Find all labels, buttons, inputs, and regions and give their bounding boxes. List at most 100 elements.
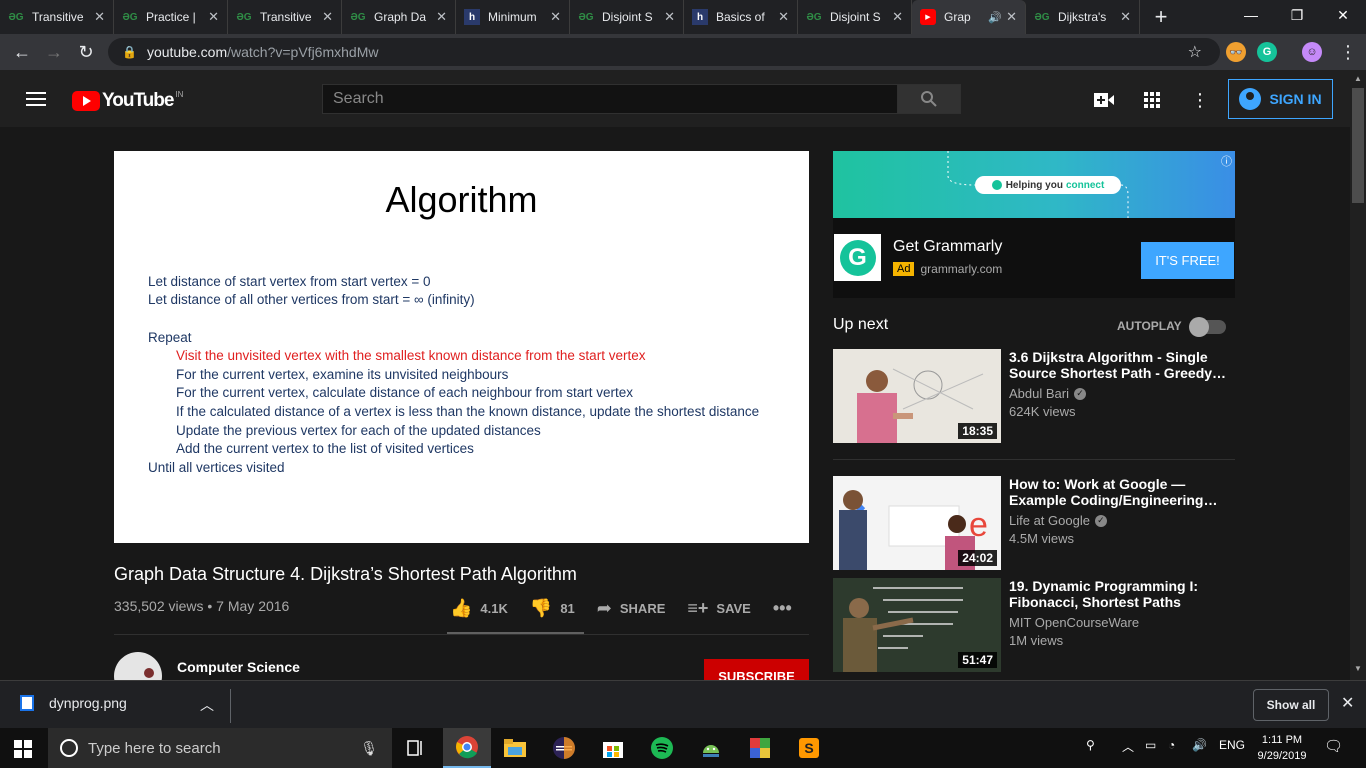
winrar-icon[interactable] [736, 728, 784, 768]
youtube-logo[interactable]: YouTube IN [72, 90, 183, 112]
share-button[interactable]: ➦ SHARE [597, 598, 666, 619]
dislike-button[interactable]: 👎 81 [530, 598, 575, 619]
notifications-icon[interactable]: 🗨 [1324, 737, 1343, 755]
taskbar-clock[interactable]: 1:11 PM 9/29/2019 [1252, 732, 1312, 764]
ad-banner[interactable]: Helping you connect [833, 151, 1235, 218]
close-tab-icon[interactable]: ✕ [436, 9, 447, 25]
browser-tab[interactable]: ƏG Transitive ✕ [0, 0, 114, 34]
download-item[interactable]: dynprog.png [20, 695, 127, 711]
profile-avatar[interactable]: ☺ [1302, 42, 1322, 62]
audio-playing-icon[interactable]: 🔊 [988, 11, 1002, 24]
task-view-icon[interactable] [392, 728, 440, 768]
store-icon[interactable] [589, 728, 637, 768]
video-thumbnail[interactable]: 51:47 [833, 578, 1001, 672]
close-tab-icon[interactable]: ✕ [1120, 9, 1131, 25]
like-button[interactable]: 👍 4.1K [450, 598, 508, 619]
ad-cta-button[interactable]: IT'S FREE! [1141, 242, 1234, 279]
close-tab-icon[interactable]: ✕ [550, 9, 561, 25]
spotify-icon[interactable] [638, 728, 686, 768]
chevron-up-icon[interactable]: ︿ [200, 695, 214, 715]
channel-name[interactable]: MIT OpenCourseWare [1009, 615, 1139, 630]
autoplay-toggle[interactable] [1189, 317, 1226, 337]
browser-tab[interactable]: h Basics of ✕ [684, 0, 798, 34]
browser-tab[interactable]: ƏG Practice | ✕ [114, 0, 228, 34]
search-button[interactable] [897, 84, 961, 114]
battery-icon[interactable]: ▭ [1145, 738, 1156, 752]
channel-name[interactable]: Life at Google ✓ [1009, 513, 1107, 528]
scroll-down-icon[interactable]: ▼ [1354, 664, 1362, 673]
recommended-video[interactable]: 18:35 3.6 Dijkstra Algorithm - Single So… [833, 349, 1235, 445]
video-title[interactable]: How to: Work at Google — Example Coding/… [1009, 476, 1229, 508]
close-tab-icon[interactable]: ✕ [664, 9, 675, 25]
channel-name[interactable]: Computer Science [177, 659, 300, 675]
wifi-icon[interactable]: ◔ [1168, 738, 1175, 752]
android-studio-icon[interactable] [687, 728, 735, 768]
close-tab-icon[interactable]: ✕ [1006, 9, 1017, 25]
extension-icon[interactable]: 👓 [1226, 42, 1246, 62]
close-tab-icon[interactable]: ✕ [892, 9, 903, 25]
guide-menu-icon[interactable] [26, 92, 46, 106]
eclipse-icon[interactable] [540, 728, 588, 768]
recommended-video[interactable]: e 24:02 How to: Work at Google — Example… [833, 476, 1235, 572]
chrome-taskbar-icon[interactable] [443, 728, 491, 768]
back-icon[interactable]: ← [6, 36, 38, 68]
page-scrollbar[interactable]: ▲ ▼ [1350, 70, 1366, 680]
divider [833, 459, 1235, 460]
microphone-icon[interactable]: 🎙 [360, 740, 378, 757]
apps-grid-icon[interactable] [1140, 88, 1164, 112]
create-video-icon[interactable] [1092, 88, 1116, 112]
slide-line: Add the current vertex to the list of vi… [176, 441, 474, 456]
sublime-text-icon[interactable]: S [785, 728, 833, 768]
chrome-menu-icon[interactable]: ⋮ [1332, 36, 1364, 68]
scrollbar-thumb[interactable] [1352, 88, 1364, 203]
restore-icon[interactable]: ❐ [1274, 0, 1320, 30]
settings-more-icon[interactable]: ⋮ [1188, 88, 1212, 112]
forward-icon[interactable]: → [38, 36, 70, 68]
volume-icon[interactable]: 🔊 [1192, 738, 1207, 752]
browser-tab[interactable]: ƏG Dijkstra's ✕ [1026, 0, 1140, 34]
close-tab-icon[interactable]: ✕ [322, 9, 333, 25]
close-window-icon[interactable]: ✕ [1320, 0, 1366, 30]
sign-in-button[interactable]: SIGN IN [1228, 79, 1333, 119]
browser-tab[interactable]: ƏG Graph Da ✕ [342, 0, 456, 34]
windows-start-icon[interactable] [14, 740, 32, 758]
close-tab-icon[interactable]: ✕ [778, 9, 789, 25]
video-title[interactable]: 3.6 Dijkstra Algorithm - Single Source S… [1009, 349, 1229, 381]
more-actions-button[interactable]: ••• [773, 598, 800, 619]
language-indicator[interactable]: ENG [1219, 738, 1245, 752]
browser-tab[interactable]: ƏG Disjoint S ✕ [570, 0, 684, 34]
scroll-up-icon[interactable]: ▲ [1354, 74, 1362, 83]
url-field[interactable]: 🔒 youtube.com/watch?v=pVfj6mxhdMw ☆ [108, 38, 1220, 66]
ad-title[interactable]: Get Grammarly [893, 238, 1002, 256]
video-player[interactable]: Algorithm Let distance of start vertex f… [114, 151, 809, 543]
ad-card[interactable]: G Get Grammarly Ad grammarly.com IT'S FRE… [833, 218, 1235, 298]
lock-icon[interactable]: 🔒 [122, 45, 137, 59]
browser-tab-active[interactable]: ▶ Grap 🔊 ✕ [912, 0, 1026, 34]
browser-tab[interactable]: h Minimum ✕ [456, 0, 570, 34]
video-title[interactable]: 19. Dynamic Programming I: Fibonacci, Sh… [1009, 578, 1229, 610]
grammarly-extension-icon[interactable]: G [1257, 42, 1277, 62]
new-tab-button[interactable]: + [1144, 0, 1178, 34]
close-tab-icon[interactable]: ✕ [94, 9, 105, 25]
browser-tab[interactable]: ƏG Disjoint S ✕ [798, 0, 912, 34]
view-count: 624K views [1009, 404, 1076, 419]
reload-icon[interactable]: ↻ [70, 36, 102, 68]
tray-chevron-icon[interactable]: ︿ [1122, 738, 1134, 755]
video-duration: 51:47 [958, 652, 997, 668]
save-button[interactable]: ≡+ SAVE [687, 598, 750, 619]
search-input[interactable]: Search [322, 84, 898, 114]
show-all-button[interactable]: Show all [1253, 689, 1329, 721]
close-download-bar-icon[interactable]: ✕ [1341, 693, 1354, 713]
close-tab-icon[interactable]: ✕ [208, 9, 219, 25]
recommended-video[interactable]: 51:47 19. Dynamic Programming I: Fibonac… [833, 578, 1235, 674]
taskbar-search-input[interactable]: Type here to search 🎙 [48, 728, 392, 768]
video-thumbnail[interactable]: 18:35 [833, 349, 1001, 443]
people-icon[interactable]: ⚲ [1086, 738, 1095, 752]
video-thumbnail[interactable]: e 24:02 [833, 476, 1001, 570]
browser-tab[interactable]: ƏG Transitive ✕ [228, 0, 342, 34]
file-explorer-icon[interactable] [491, 728, 539, 768]
bookmark-star-icon[interactable]: ☆ [1188, 42, 1202, 62]
ad-info-icon[interactable]: ⓘ [1221, 153, 1232, 169]
minimize-icon[interactable]: — [1228, 0, 1274, 30]
channel-name[interactable]: Abdul Bari ✓ [1009, 386, 1086, 401]
